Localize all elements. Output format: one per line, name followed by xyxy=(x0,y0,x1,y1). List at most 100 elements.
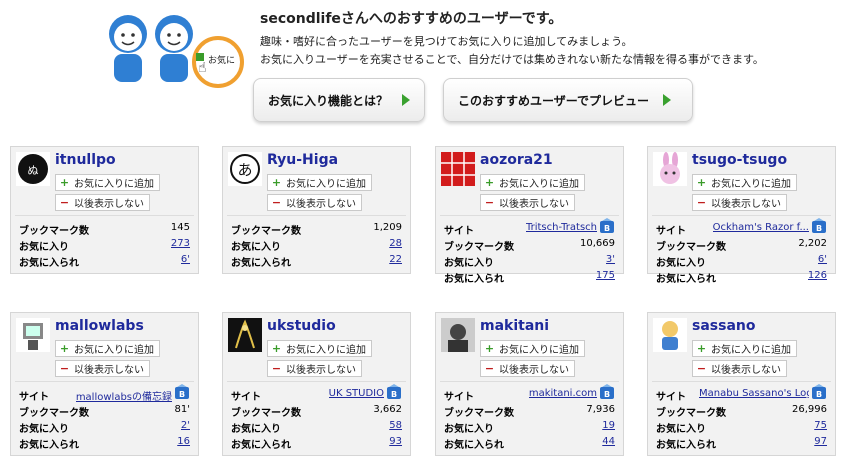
favorites-count-link[interactable]: 58 xyxy=(389,420,402,431)
favorited-count-label: お気に入られ xyxy=(444,274,504,285)
user-avatar[interactable] xyxy=(653,152,687,186)
hatena-bookmark-icon[interactable]: B xyxy=(386,384,402,400)
site-link[interactable]: UK STUDIO xyxy=(329,388,384,399)
hide-user-button[interactable]: − 以後表示しない xyxy=(480,360,575,377)
add-favorite-label: お気に入りに追加 xyxy=(286,345,366,356)
favorites-count-link[interactable]: 2' xyxy=(181,420,190,431)
site-link[interactable]: makitani.com xyxy=(529,388,597,399)
user-name-link[interactable]: mallowlabs xyxy=(55,318,144,334)
favorites-count-link[interactable]: 28 xyxy=(389,238,402,249)
favorites-count-link[interactable]: 273 xyxy=(171,238,190,249)
favorites-count-link[interactable]: 75 xyxy=(814,420,827,431)
stat-row: お気に入り 19 xyxy=(444,419,615,435)
favorited-count-link[interactable]: 126 xyxy=(808,270,827,281)
user-name-link[interactable]: sassano xyxy=(692,318,755,334)
hide-user-button[interactable]: − 以後表示しない xyxy=(267,194,362,211)
user-name-link[interactable]: aozora21 xyxy=(480,152,553,168)
hatena-bookmark-icon[interactable]: B xyxy=(599,384,615,400)
site-link[interactable]: Ockham's Razor f... xyxy=(713,222,809,233)
about-favorites-button[interactable]: お気に入り機能とは？ xyxy=(253,78,425,122)
favorited-count-link[interactable]: 93 xyxy=(389,436,402,447)
add-favorite-button[interactable]: + お気に入りに追加 xyxy=(480,174,585,191)
hatena-bookmark-icon[interactable]: B xyxy=(811,384,827,400)
favorited-count-link[interactable]: 175 xyxy=(596,270,615,281)
add-favorite-button[interactable]: + お気に入りに追加 xyxy=(692,174,797,191)
svg-text:B: B xyxy=(604,390,610,399)
bookmark-count-value: 1,209 xyxy=(373,222,402,233)
add-favorite-label: お気に入りに追加 xyxy=(74,345,154,356)
stat-row: お気に入られ 97 xyxy=(656,435,827,451)
hide-user-button[interactable]: − 以後表示しない xyxy=(267,360,362,377)
hide-user-button[interactable]: − 以後表示しない xyxy=(692,194,787,211)
add-favorite-button[interactable]: + お気に入りに追加 xyxy=(480,340,585,357)
favorited-count-label: お気に入られ xyxy=(19,440,79,451)
user-card: sassano + お気に入りに追加 − 以後表示しないサイト Manabu Sassan… xyxy=(647,312,836,456)
user-name-link[interactable]: tsugo-tsugo xyxy=(692,152,787,168)
add-favorite-button[interactable]: + お気に入りに追加 xyxy=(692,340,797,357)
stat-row: お気に入り 58 xyxy=(231,419,402,435)
add-favorite-label: お気に入りに追加 xyxy=(74,179,154,190)
plus-icon: + xyxy=(484,342,495,355)
favorites-count-label: お気に入り xyxy=(19,424,69,435)
plus-icon: + xyxy=(696,176,707,189)
site-link[interactable]: Manabu Sassano's Log xyxy=(699,388,809,399)
favorites-count-link[interactable]: 6' xyxy=(818,254,827,265)
user-card: makitani + お気に入りに追加 − 以後表示しない サイト makitani.com… xyxy=(435,312,624,456)
intro-text-2: お気に入りユーザーを充実させることで、自分だけでは集めきれない新たな情報を得る事… xyxy=(260,53,764,66)
site-link[interactable]: Tritsch-Tratsch xyxy=(526,222,597,233)
stat-row: お気に入り 75 xyxy=(656,419,827,435)
stat-row: お気に入り 273 xyxy=(19,237,190,253)
user-name-link[interactable]: ukstudio xyxy=(267,318,336,334)
stat-row: ブックマーク数 2,202 xyxy=(656,237,827,253)
hatena-bookmark-icon[interactable]: B xyxy=(811,218,827,234)
minus-icon: − xyxy=(484,362,495,375)
hatena-bookmark-icon[interactable]: B xyxy=(174,384,190,400)
favorites-count-link[interactable]: 3' xyxy=(606,254,615,265)
add-favorite-button[interactable]: + お気に入りに追加 xyxy=(55,340,160,357)
site-link[interactable]: mallowlabsの備忘録 xyxy=(76,388,172,403)
site-label: サイト xyxy=(656,392,686,403)
user-avatar[interactable] xyxy=(228,318,262,352)
favorited-count-link[interactable]: 6' xyxy=(181,254,190,265)
plus-icon: + xyxy=(59,342,70,355)
minus-icon: − xyxy=(696,362,707,375)
stat-row: ブックマーク数 3,662 xyxy=(231,403,402,419)
user-name-link[interactable]: makitani xyxy=(480,318,549,334)
site-label: サイト xyxy=(231,392,261,403)
favorites-count-label: お気に入り xyxy=(19,242,69,253)
favorited-count-link[interactable]: 16 xyxy=(177,436,190,447)
hide-user-button[interactable]: − 以後表示しない xyxy=(55,360,150,377)
add-favorite-button[interactable]: + お気に入りに追加 xyxy=(267,340,372,357)
favorited-count-link[interactable]: 22 xyxy=(389,254,402,265)
add-favorite-button[interactable]: + お気に入りに追加 xyxy=(267,174,372,191)
hatena-bookmark-icon[interactable]: B xyxy=(599,218,615,234)
favorites-count-link[interactable]: 19 xyxy=(602,420,615,431)
user-avatar[interactable]: ぬ xyxy=(16,152,50,186)
site-label: サイト xyxy=(656,226,686,237)
hide-user-button[interactable]: − 以後表示しない xyxy=(692,360,787,377)
stat-row: お気に入り 3' xyxy=(444,253,615,269)
user-avatar[interactable] xyxy=(441,318,475,352)
add-favorite-label: お気に入りに追加 xyxy=(499,345,579,356)
hide-user-button[interactable]: − 以後表示しない xyxy=(55,194,150,211)
svg-text:B: B xyxy=(391,390,397,399)
favorited-count-link[interactable]: 44 xyxy=(602,436,615,447)
user-avatar[interactable]: あ xyxy=(228,152,262,186)
user-avatar[interactable] xyxy=(653,318,687,352)
card-divider xyxy=(15,381,194,382)
user-avatar[interactable] xyxy=(441,152,475,186)
bookmark-count-label: ブックマーク数 xyxy=(444,408,514,419)
user-name-link[interactable]: Ryu-Higa xyxy=(267,152,338,168)
preview-label: このおすすめユーザーでプレビュー xyxy=(458,93,650,108)
user-card: ぬ itnullpo + お気に入りに追加 − 以後表示しない ブックマーク数 145 お気に入… xyxy=(10,146,199,274)
user-card: ukstudio + お気に入りに追加 − 以後表示しないサイト UK STUDIO B ブッ… xyxy=(222,312,411,456)
user-name-link[interactable]: itnullpo xyxy=(55,152,116,168)
add-favorite-button[interactable]: + お気に入りに追加 xyxy=(55,174,160,191)
favorites-count-label: お気に入り xyxy=(444,424,494,435)
favorited-count-link[interactable]: 97 xyxy=(814,436,827,447)
preview-button[interactable]: このおすすめユーザーでプレビュー xyxy=(443,78,693,122)
user-avatar[interactable] xyxy=(16,318,50,352)
minus-icon: − xyxy=(696,196,707,209)
card-divider xyxy=(227,215,406,216)
hide-user-button[interactable]: − 以後表示しない xyxy=(480,194,575,211)
